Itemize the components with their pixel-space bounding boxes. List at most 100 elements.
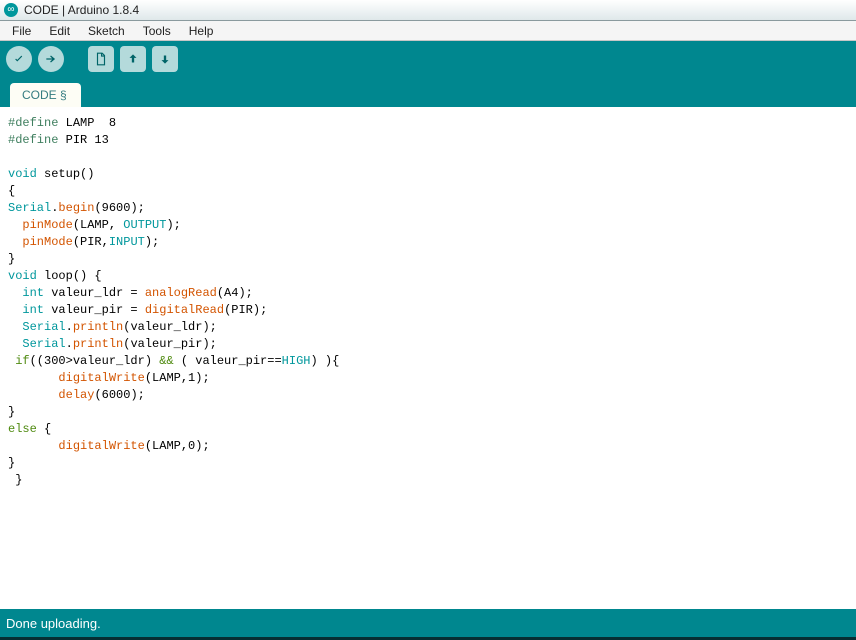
- open-button[interactable]: [120, 46, 146, 72]
- code-token: else: [8, 422, 37, 436]
- code-token: loop() {: [37, 269, 102, 283]
- code-token: OUTPUT: [123, 218, 166, 232]
- code-token: LAMP 8: [58, 116, 116, 130]
- arrow-up-icon: [126, 52, 140, 66]
- code-token: pinMode: [22, 218, 72, 232]
- code-token: [8, 235, 22, 249]
- save-button[interactable]: [152, 46, 178, 72]
- code-token: (9600);: [94, 201, 144, 215]
- code-token: digitalWrite: [58, 439, 144, 453]
- code-token: (PIR);: [224, 303, 267, 317]
- code-token: void: [8, 167, 37, 181]
- code-token: #define: [8, 116, 58, 130]
- code-token: setup(): [37, 167, 95, 181]
- code-token: [8, 371, 58, 385]
- window-titlebar: CODE | Arduino 1.8.4: [0, 0, 856, 21]
- tab-code[interactable]: CODE §: [10, 83, 81, 107]
- code-token: digitalWrite: [58, 371, 144, 385]
- code-token: HIGH: [282, 354, 311, 368]
- code-token: (valeur_pir);: [123, 337, 217, 351]
- code-token: (6000);: [94, 388, 144, 402]
- code-line: digitalWrite(LAMP,0);: [8, 438, 848, 455]
- menu-file[interactable]: File: [4, 22, 39, 40]
- code-token: (LAMP,1);: [145, 371, 210, 385]
- code-line: }: [8, 251, 848, 268]
- verify-button[interactable]: [6, 46, 32, 72]
- code-line: digitalWrite(LAMP,1);: [8, 370, 848, 387]
- code-token: if: [15, 354, 29, 368]
- window-title: CODE | Arduino 1.8.4: [24, 3, 139, 17]
- code-line: int valeur_ldr = analogRead(A4);: [8, 285, 848, 302]
- menu-help[interactable]: Help: [181, 22, 222, 40]
- code-token: [8, 303, 22, 317]
- tab-row: CODE §: [0, 77, 856, 107]
- code-token: int: [22, 286, 44, 300]
- code-token: valeur_ldr =: [44, 286, 145, 300]
- menubar: File Edit Sketch Tools Help: [0, 21, 856, 41]
- code-token: Serial: [8, 201, 51, 215]
- upload-button[interactable]: [38, 46, 64, 72]
- code-line: #define PIR 13: [8, 132, 848, 149]
- code-token: ((300>valeur_ldr): [30, 354, 160, 368]
- code-token: ( valeur_pir==: [174, 354, 282, 368]
- code-token: (LAMP,0);: [145, 439, 210, 453]
- code-token: );: [145, 235, 159, 249]
- code-token: [8, 218, 22, 232]
- code-line: #define LAMP 8: [8, 115, 848, 132]
- code-line: if((300>valeur_ldr) && ( valeur_pir==HIG…: [8, 353, 848, 370]
- menu-edit[interactable]: Edit: [41, 22, 78, 40]
- code-token: delay: [58, 388, 94, 402]
- code-token: valeur_pir =: [44, 303, 145, 317]
- code-token: println: [73, 337, 123, 351]
- code-token: [8, 320, 22, 334]
- check-icon: [12, 52, 26, 66]
- code-editor[interactable]: #define LAMP 8#define PIR 13 void setup(…: [0, 107, 856, 609]
- code-token: );: [166, 218, 180, 232]
- code-token: }: [8, 473, 22, 487]
- toolbar: [0, 41, 856, 77]
- code-token: (A4);: [217, 286, 253, 300]
- code-token: INPUT: [109, 235, 145, 249]
- arduino-logo-icon: [4, 3, 18, 17]
- code-token: [8, 439, 58, 453]
- code-line: pinMode(LAMP, OUTPUT);: [8, 217, 848, 234]
- code-token: [8, 388, 58, 402]
- menu-tools[interactable]: Tools: [135, 22, 179, 40]
- code-token: #define: [8, 133, 58, 147]
- code-token: }: [8, 252, 15, 266]
- code-token: [8, 337, 22, 351]
- code-token: [8, 286, 22, 300]
- code-token: .: [66, 337, 73, 351]
- file-icon: [94, 52, 108, 66]
- code-token: .: [66, 320, 73, 334]
- code-line: Serial.println(valeur_pir);: [8, 336, 848, 353]
- code-token: ) ){: [310, 354, 339, 368]
- code-line: [8, 149, 848, 166]
- code-line: }: [8, 404, 848, 421]
- code-line: void loop() {: [8, 268, 848, 285]
- code-token: {: [37, 422, 51, 436]
- menu-sketch[interactable]: Sketch: [80, 22, 133, 40]
- code-token: pinMode: [22, 235, 72, 249]
- code-token: }: [8, 456, 15, 470]
- code-line: else {: [8, 421, 848, 438]
- code-token: println: [73, 320, 123, 334]
- code-line: Serial.println(valeur_ldr);: [8, 319, 848, 336]
- code-line: delay(6000);: [8, 387, 848, 404]
- code-line: {: [8, 183, 848, 200]
- code-token: void: [8, 269, 37, 283]
- code-line: pinMode(PIR,INPUT);: [8, 234, 848, 251]
- code-token: int: [22, 303, 44, 317]
- code-token: Serial: [22, 337, 65, 351]
- code-token: analogRead: [145, 286, 217, 300]
- code-line: void setup(): [8, 166, 848, 183]
- code-token: &&: [159, 354, 173, 368]
- code-line: }: [8, 472, 848, 489]
- status-text: Done uploading.: [6, 616, 101, 631]
- code-token: digitalRead: [145, 303, 224, 317]
- status-bar: Done uploading.: [0, 609, 856, 637]
- code-line: int valeur_pir = digitalRead(PIR);: [8, 302, 848, 319]
- arrow-down-icon: [158, 52, 172, 66]
- new-button[interactable]: [88, 46, 114, 72]
- code-token: {: [8, 184, 15, 198]
